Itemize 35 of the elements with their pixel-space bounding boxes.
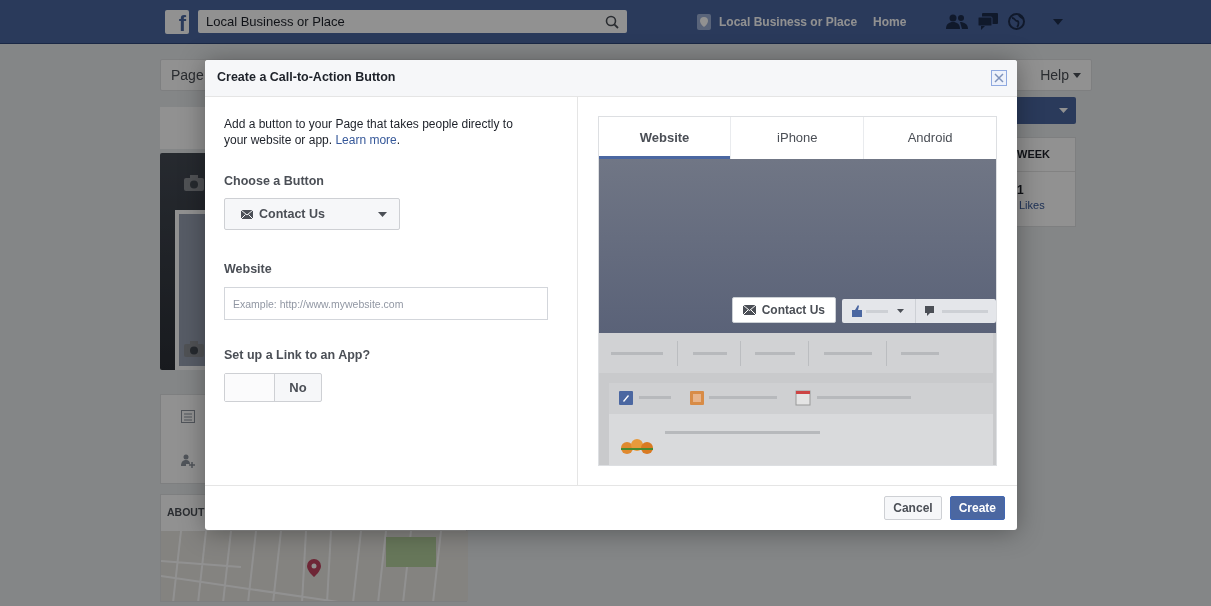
camera-icon[interactable]	[184, 175, 204, 191]
about-heading: ABOUT	[166, 505, 206, 521]
intro-text: Add a button to your Page that takes people directly to your website or app. Learn more.	[224, 115, 514, 148]
camera-icon[interactable]	[184, 341, 204, 357]
likes-count: 1	[1016, 182, 1025, 197]
home-link[interactable]: Home	[873, 12, 907, 31]
friends-icon[interactable]	[946, 13, 969, 30]
messages-icon[interactable]	[978, 13, 999, 30]
logo[interactable]: f	[165, 9, 189, 34]
create-button[interactable]: Create	[949, 495, 1005, 520]
field-label: Website	[224, 261, 273, 279]
search-icon[interactable]	[605, 14, 619, 29]
profile-link[interactable]: Local Business or Place	[719, 12, 858, 31]
help-menu[interactable]: Help	[1030, 64, 1091, 86]
website-field[interactable]: Example: http://www.mywebsite.com	[224, 287, 548, 321]
mail-icon	[742, 304, 756, 315]
mail-icon	[241, 209, 253, 219]
add-person-icon[interactable]	[181, 453, 195, 468]
caret-icon	[1059, 108, 1068, 113]
dialog-title: Create a Call-to-Action Button	[217, 69, 396, 87]
search-field[interactable]: Local Business or Place	[198, 10, 627, 33]
caret-icon	[1073, 72, 1081, 78]
close-button[interactable]	[991, 69, 1007, 86]
page-icon[interactable]	[697, 13, 711, 30]
list-icon[interactable]	[181, 410, 195, 424]
field-label: Set up a Link to an App?	[224, 347, 372, 365]
button-type-dropdown[interactable]: Contact Us	[224, 198, 400, 231]
learn-more-link[interactable]: Learn more	[335, 132, 397, 147]
field-label: Choose a Button	[224, 172, 325, 190]
search-value: Local Business or Place	[206, 12, 345, 31]
app-link-toggle[interactable]: No	[224, 372, 322, 402]
caret-icon[interactable]	[1053, 18, 1064, 25]
caret-icon	[378, 211, 387, 217]
cancel-button[interactable]: Cancel	[884, 495, 942, 520]
globe-icon[interactable]	[1008, 13, 1026, 30]
